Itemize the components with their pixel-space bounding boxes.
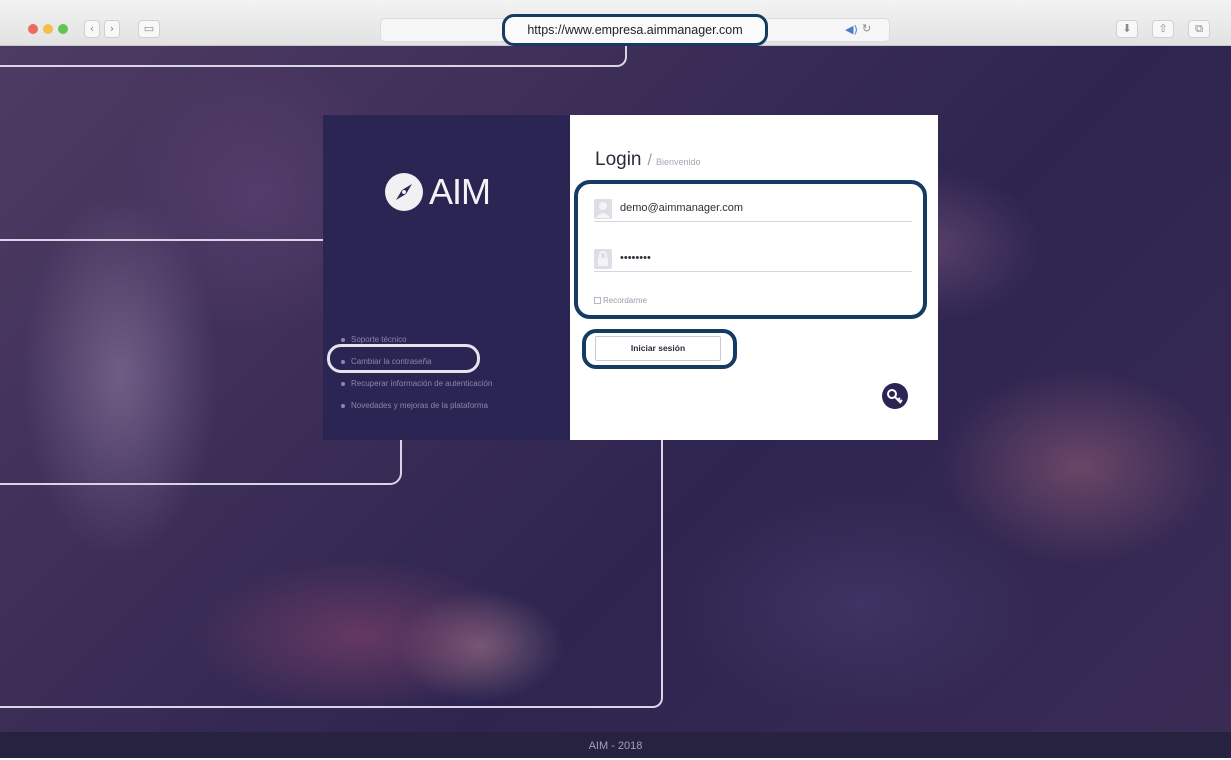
username-value: demo@aimmanager.com <box>620 202 744 214</box>
annotation-line-url <box>0 46 627 67</box>
maximize-window-button[interactable] <box>58 24 68 34</box>
login-heading: Login / Bienvenido <box>595 149 701 171</box>
aim-logo: AIM <box>385 171 515 213</box>
login-button[interactable]: Iniciar sesión <box>595 336 721 361</box>
page-footer: AIM - 2018 <box>0 732 1231 758</box>
brand-panel: AIM Soporte técnico Cambiar la contraseñ… <box>323 115 570 440</box>
sidebar-toggle-icon[interactable]: ▭ <box>138 20 160 38</box>
login-title: Login <box>595 149 642 170</box>
compass-icon <box>385 173 423 211</box>
forward-button[interactable]: › <box>104 20 120 38</box>
share-icon[interactable]: ⇧ <box>1152 20 1174 38</box>
link-novedades[interactable]: Novedades y mejoras de la plataforma <box>341 399 561 421</box>
logo-text: AIM <box>429 171 491 212</box>
user-icon <box>594 199 612 219</box>
password-field[interactable]: •••••••• <box>594 246 912 272</box>
remember-checkbox[interactable] <box>594 297 601 304</box>
password-value: •••••••• <box>620 252 651 264</box>
annotation-line-card <box>0 440 663 708</box>
reload-icon[interactable]: ↻ <box>862 22 871 35</box>
tabs-icon[interactable]: ⧉ <box>1188 20 1210 38</box>
login-subtitle: Bienvenido <box>655 157 701 167</box>
login-form: Login / Bienvenido demo@aimmanager.com •••… <box>570 115 938 440</box>
url-field[interactable]: https://www.empresa.aimmanager.com <box>502 14 768 46</box>
title-separator: / <box>647 152 652 169</box>
remember-label: Recordarme <box>603 296 648 305</box>
link-recuperar-informacion[interactable]: Recuperar información de autenticación <box>341 377 561 399</box>
username-field[interactable]: demo@aimmanager.com <box>594 196 912 222</box>
minimize-window-button[interactable] <box>43 24 53 34</box>
download-icon[interactable]: ⬇ <box>1116 20 1138 38</box>
remember-me[interactable]: Recordarme <box>594 296 647 305</box>
close-window-button[interactable] <box>28 24 38 34</box>
key-icon[interactable] <box>882 383 908 409</box>
audio-icon[interactable]: ◀) <box>845 23 858 36</box>
back-button[interactable]: ‹ <box>84 20 100 38</box>
link-highlight-ring <box>327 344 480 373</box>
lock-icon <box>594 249 612 269</box>
